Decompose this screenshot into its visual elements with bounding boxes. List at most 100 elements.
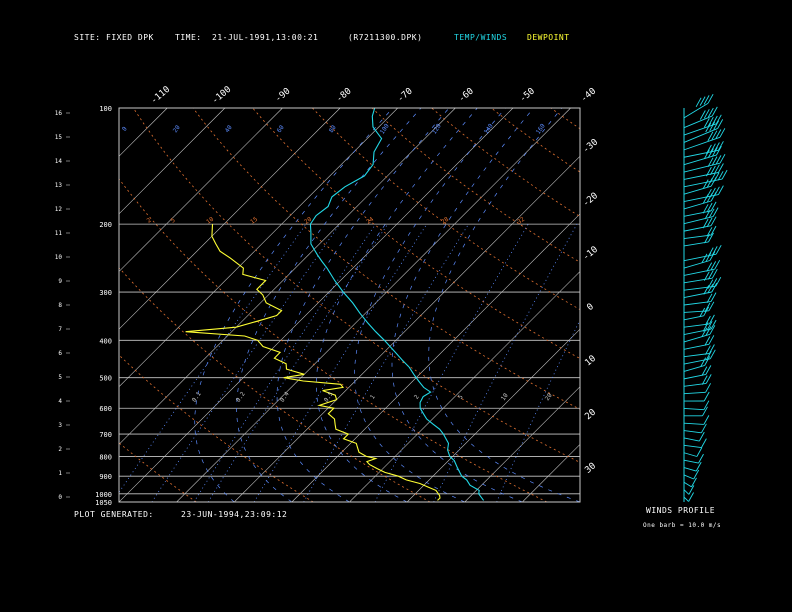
moist-adiabat-line <box>428 108 580 502</box>
height-tick-label: 7 <box>58 326 62 333</box>
mixing-ratio-line <box>433 223 578 502</box>
height-tick-label: 2 <box>58 446 62 453</box>
wind-barb-shaft <box>683 481 692 488</box>
height-tick-label: 8 <box>58 302 62 309</box>
dry-adiabat-label: 100 <box>379 122 391 135</box>
isotherm-inline-label: 5 <box>170 217 177 225</box>
temperature-series-line <box>309 108 485 501</box>
height-tick-label: 16 <box>55 110 63 117</box>
mixing-ratio-label: 0.4 <box>279 390 291 403</box>
pressure-tick-label: 700 <box>99 431 112 439</box>
height-tick-label: 1 <box>58 470 62 477</box>
isotherm-line <box>291 213 580 502</box>
dry-adiabat-label: 20 <box>172 124 182 134</box>
moist-adiabat-line <box>236 108 422 502</box>
right-temperature-label: -20 <box>581 191 600 209</box>
mixing-ratio-label: 0.1 <box>191 390 203 403</box>
wind-barb-shaft <box>683 430 702 434</box>
isotherm-line <box>0 108 52 502</box>
wind-barb-shaft <box>683 136 721 151</box>
wind-barb-shaft <box>683 102 709 119</box>
isotherm-line <box>0 108 110 502</box>
wind-barb-flag <box>703 391 710 402</box>
isotherm-line <box>119 108 283 272</box>
pressure-tick-label: 900 <box>99 473 112 481</box>
skewt-figure: SITE: FIXED DPK TIME: 21-JUL-1991,13:00:… <box>0 0 792 612</box>
wind-barb-shaft <box>683 407 704 411</box>
wind-barb-shaft <box>683 422 704 425</box>
isotherm-line <box>522 443 580 502</box>
pressure-tick-label: 800 <box>99 453 112 461</box>
wind-barb-flag <box>698 453 704 464</box>
right-temperature-label: -10 <box>581 245 600 263</box>
right-temperature-label: 0 <box>585 302 596 313</box>
height-tick-label: 6 <box>58 350 62 357</box>
dry-adiabat-line <box>312 108 580 311</box>
plot-frame <box>118 107 581 503</box>
dry-adiabat-line <box>371 108 580 263</box>
dry-adiabat-line <box>431 108 580 218</box>
skewt-chart: 1002003004005006007008009001000105016151… <box>0 85 728 507</box>
top-temperature-label: -70 <box>396 86 415 104</box>
height-tick-label: 15 <box>55 134 63 141</box>
mixing-ratio-line <box>496 319 580 502</box>
right-temperature-label: 10 <box>583 354 598 369</box>
pressure-tick-label: 200 <box>99 221 112 229</box>
wind-barb-flag <box>701 438 707 448</box>
height-tick-label: 12 <box>55 206 63 213</box>
isotherm-line <box>176 108 571 502</box>
mixing-ratio-line <box>151 223 341 502</box>
dry-adiabat-label: 60 <box>276 124 286 134</box>
mixing-ratio-label: 5 <box>457 393 465 400</box>
dry-adiabat-label: 120 <box>431 122 443 135</box>
mixing-ratio-line <box>119 223 307 494</box>
right-temperature-label: 20 <box>583 407 598 422</box>
dry-adiabat-line <box>491 108 580 173</box>
top-temperature-label: -80 <box>335 86 354 104</box>
pressure-tick-label: 300 <box>99 289 112 297</box>
wind-barb-shaft <box>683 185 712 195</box>
isotherm-line <box>119 108 226 215</box>
wind-barb-shaft <box>683 489 690 495</box>
mixing-ratio-line <box>253 223 428 502</box>
dewpoint-series-line <box>185 224 441 501</box>
dry-adiabat-label: 40 <box>224 124 234 134</box>
isotherm-line <box>406 328 580 502</box>
dry-adiabat-line <box>119 354 314 502</box>
top-temperature-label: -90 <box>274 86 293 104</box>
wind-barb-shaft <box>683 216 714 225</box>
isotherm-line <box>234 155 580 502</box>
mixing-ratio-label: 0.2 <box>235 390 247 403</box>
top-temperature-label: -60 <box>457 86 476 104</box>
wind-barb-shaft <box>683 277 713 284</box>
wind-barb-shaft <box>683 437 700 442</box>
pressure-tick-label: 100 <box>99 105 112 113</box>
dry-adiabat-line <box>119 442 197 502</box>
wind-barb-shaft <box>683 444 702 449</box>
wind-barb-flag <box>695 461 702 472</box>
wind-barb-shaft <box>683 459 699 464</box>
dry-adiabat-line <box>132 108 580 463</box>
wind-barb-shaft <box>683 315 704 321</box>
right-temperature-label: 30 <box>583 461 598 476</box>
mixing-ratio-label: 1 <box>369 393 377 400</box>
dry-adiabat-line <box>119 178 548 502</box>
dry-adiabat-label: 80 <box>328 124 338 134</box>
height-tick-label: 11 <box>55 230 63 237</box>
wind-barb-flag <box>698 431 705 442</box>
height-tick-label: 13 <box>55 182 63 189</box>
height-tick-label: 14 <box>55 158 63 165</box>
pressure-tick-label: 1050 <box>95 499 112 507</box>
top-temperature-label: -50 <box>518 86 537 104</box>
dry-adiabat-line <box>119 267 431 502</box>
wind-barb-shaft <box>683 391 706 395</box>
wind-barb-shaft <box>683 452 698 457</box>
wind-barb-flag <box>693 469 700 480</box>
pressure-tick-label: 1000 <box>95 491 112 499</box>
mixing-ratio-label: 2 <box>413 393 421 400</box>
pressure-tick-label: 400 <box>99 337 112 345</box>
wind-barb-shaft <box>683 178 723 188</box>
top-temperature-label: -100 <box>210 85 233 107</box>
height-tick-label: 10 <box>55 254 63 261</box>
height-tick-label: 3 <box>58 422 62 429</box>
